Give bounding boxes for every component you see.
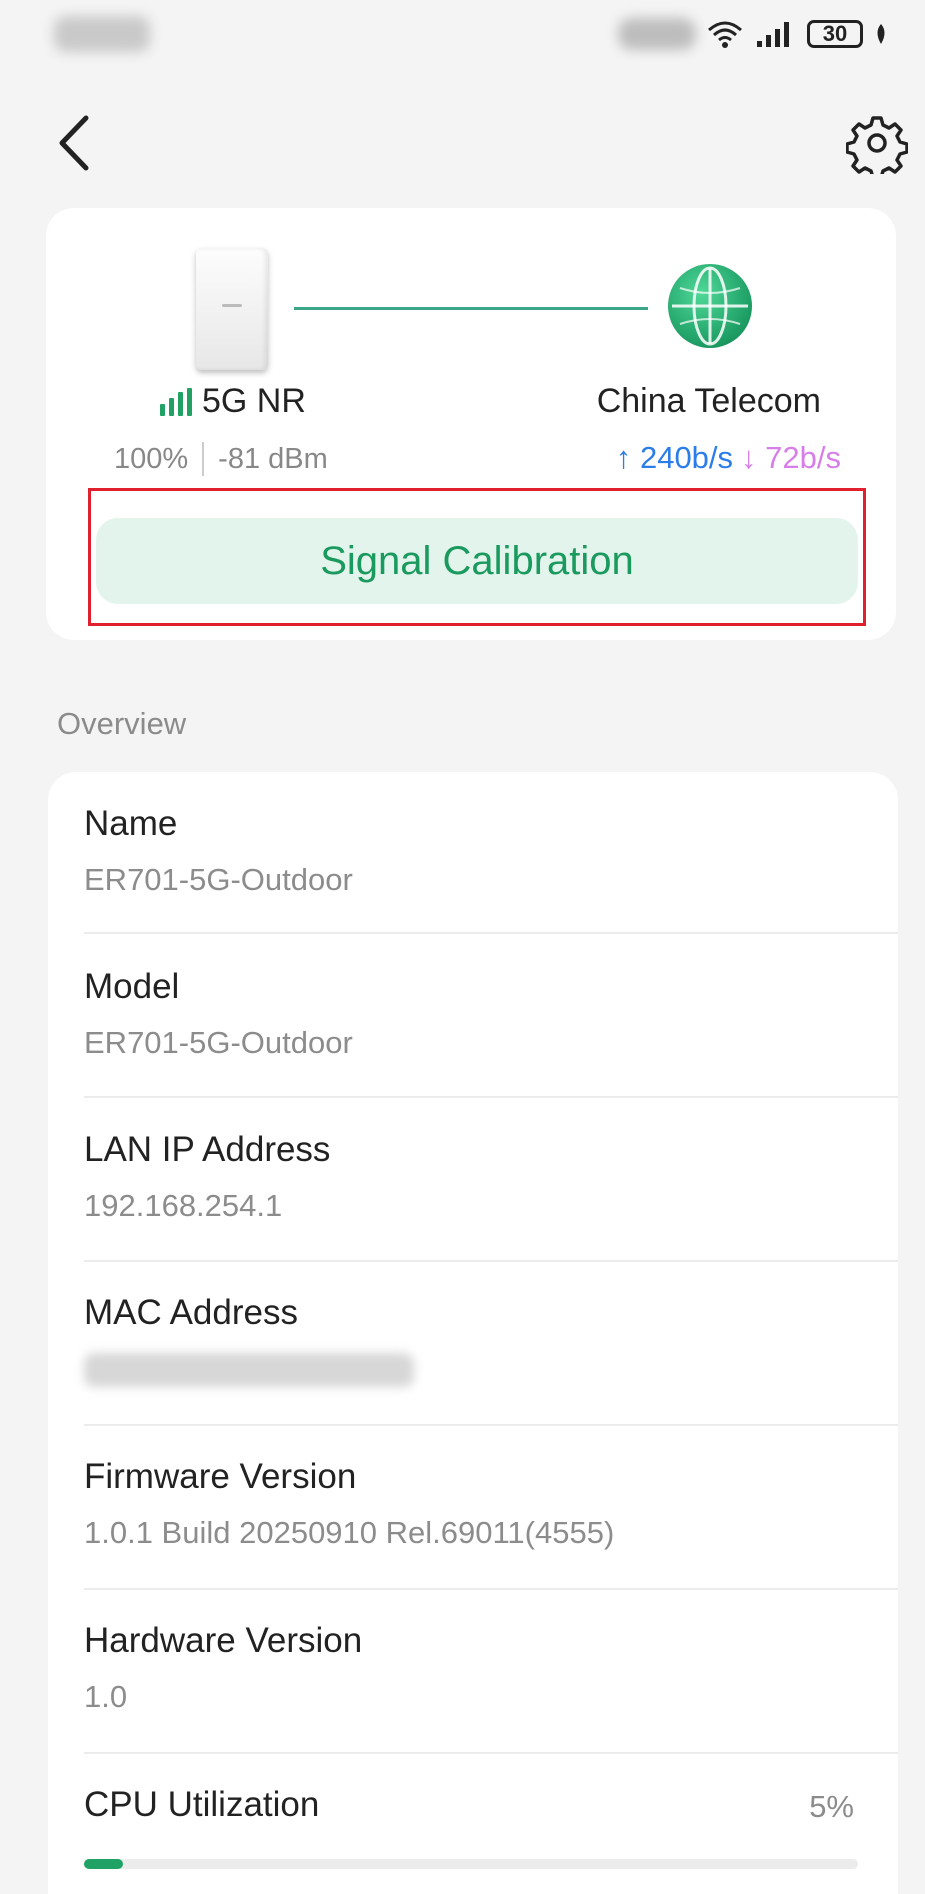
battery-indicator: 30 (807, 20, 863, 48)
signal-calibration-button[interactable]: Signal Calibration (96, 518, 858, 604)
row-label: Hardware Version (84, 1621, 363, 1660)
row-label: Model (84, 967, 180, 1006)
mac-address-blurred (84, 1353, 414, 1387)
upload-rate: ↑ 240b/s (615, 440, 734, 475)
row-label: Firmware Version (84, 1457, 357, 1496)
overview-card: Name ER701-5G-Outdoor Model ER701-5G-Out… (48, 772, 898, 1894)
info-row-lan-ip: LAN IP Address 192.168.254.1 (84, 1130, 898, 1260)
info-row-firmware: Firmware Version 1.0.1 Build 20250910 Re… (84, 1457, 898, 1587)
info-row-cpu: CPU Utilization 5% (84, 1785, 898, 1845)
stats-divider (202, 442, 205, 476)
connection-line (294, 307, 648, 310)
wifi-icon (708, 21, 742, 48)
row-value: 1.0.1 Build 20250910 Rel.69011(4555) (84, 1515, 615, 1550)
isp-name: China Telecom (596, 382, 821, 420)
back-button[interactable] (48, 108, 108, 178)
settings-button[interactable] (845, 112, 909, 180)
network-type-label: 5G NR (202, 382, 306, 420)
status-icons: 30 (705, 14, 889, 54)
cellular-signal-icon (757, 22, 789, 47)
section-title-overview: Overview (57, 706, 187, 741)
divider (84, 1260, 898, 1262)
router-device-image (196, 248, 268, 370)
divider (84, 1752, 898, 1754)
signal-stats: 100% -81 dBm (114, 442, 328, 476)
divider (84, 1588, 898, 1590)
signal-power: -81 dBm (218, 442, 328, 475)
chevron-left-icon (59, 115, 89, 171)
status-bar: 30 (0, 0, 925, 70)
traffic-rates: ↑ 240b/s ↓ 72b/s (616, 440, 841, 476)
signal-strength: 100% (114, 442, 189, 475)
divider (84, 932, 898, 934)
cpu-progress-fill (84, 1859, 123, 1869)
cpu-percent: 5% (809, 1789, 854, 1824)
info-row-name: Name ER701-5G-Outdoor (84, 804, 898, 934)
signal-bars-icon (160, 387, 192, 416)
network-type-row: 5G NR (160, 382, 306, 421)
gear-icon (845, 116, 909, 180)
download-rate: ↓ 72b/s (741, 440, 841, 475)
row-label: CPU Utilization (84, 1785, 320, 1824)
row-value: ER701-5G-Outdoor (84, 1025, 353, 1060)
row-value: 192.168.254.1 (84, 1188, 283, 1223)
info-row-model: Model ER701-5G-Outdoor (84, 967, 898, 1097)
row-label: LAN IP Address (84, 1130, 331, 1169)
info-row-hardware: Hardware Version 1.0 (84, 1621, 898, 1751)
globe-icon (668, 264, 752, 348)
divider (84, 1096, 898, 1098)
status-time-blurred (54, 16, 150, 52)
row-label: Name (84, 804, 178, 843)
leaf-icon (877, 24, 885, 44)
row-value: 1.0 (84, 1679, 128, 1714)
status-icons-blurred (618, 18, 696, 50)
cpu-progress-bar (84, 1859, 858, 1869)
row-value: ER701-5G-Outdoor (84, 862, 353, 897)
divider (84, 1424, 898, 1426)
row-label: MAC Address (84, 1293, 298, 1332)
info-row-mac: MAC Address (84, 1293, 898, 1423)
